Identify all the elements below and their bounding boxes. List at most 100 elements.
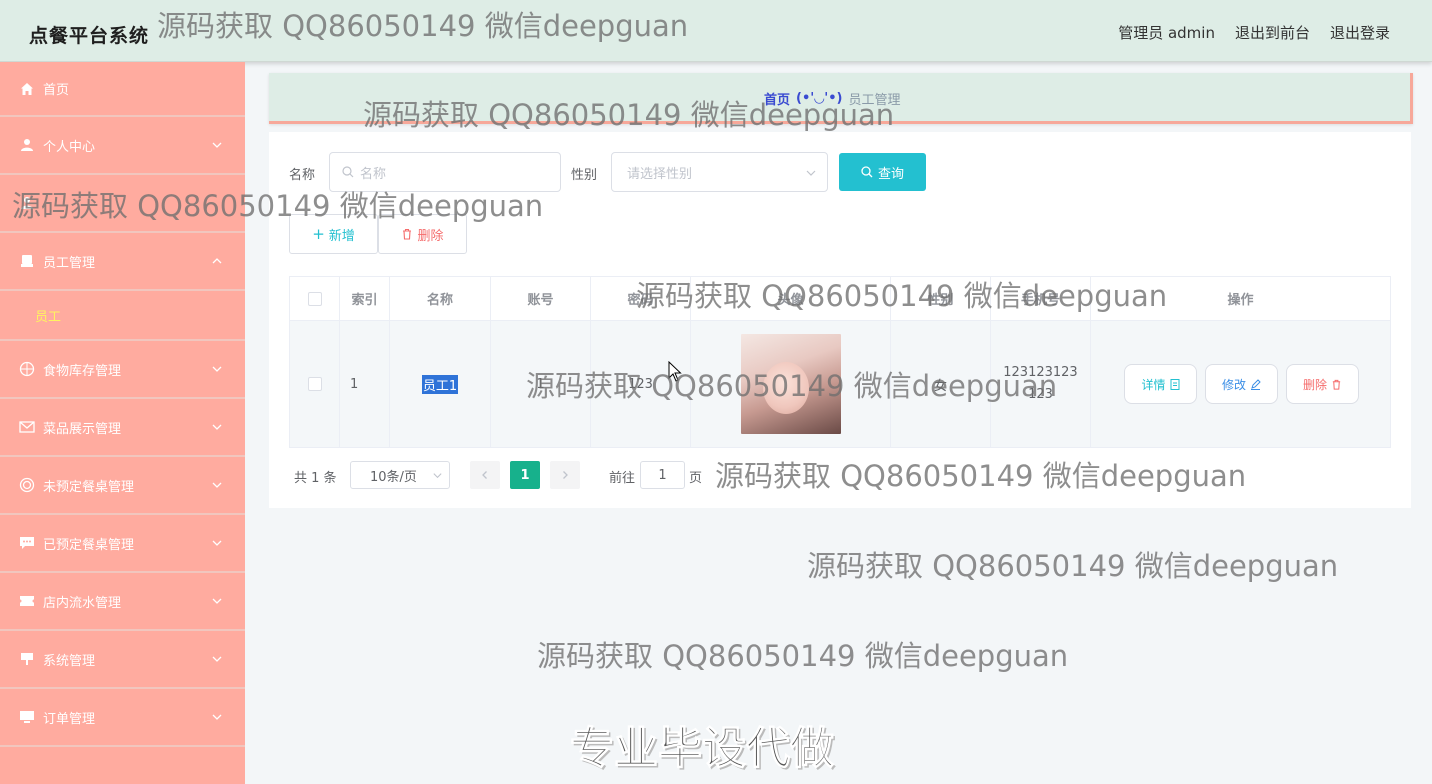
column-header: 操作 [1227, 293, 1254, 308]
password-cell: 123 [591, 321, 691, 447]
chat-icon [19, 535, 35, 551]
search-icon [342, 166, 354, 178]
select-all-cell [290, 277, 340, 320]
app-title: 点餐平台系统 [29, 25, 150, 47]
sidebar-item-label: 菜品展示管理 [43, 421, 122, 437]
target-icon [19, 361, 35, 377]
phone-line: 123 [1028, 387, 1053, 402]
actions-cell: 详情 修改 删除 [1091, 321, 1390, 447]
pagination-total: 共 1 条 [294, 471, 337, 486]
chevron-down-icon [212, 714, 222, 720]
sidebar-item-label: 订单管理 [43, 711, 96, 727]
chevron-left-icon [482, 471, 487, 479]
edit-icon [1251, 378, 1261, 390]
batch-delete-button[interactable]: 删除 [378, 214, 467, 254]
avatar-cell [691, 321, 891, 447]
phone-line: 123123123 [1003, 365, 1078, 380]
sidebar-item-unreserved-tables[interactable]: 未预定餐桌管理 [0, 457, 245, 515]
name-input-placeholder: 名称 [360, 166, 387, 182]
row-delete-button[interactable]: 删除 [1286, 364, 1359, 404]
select-all-checkbox[interactable] [307, 291, 322, 306]
page-number-current[interactable]: 1 [510, 461, 540, 489]
chevron-down-icon [212, 540, 222, 546]
page-unit-label: 页 [689, 471, 703, 486]
main-panel: 名称 名称 性别 请选择性别 查询 + 新增 删除 索引 名称 账号 密码 头像… [269, 132, 1411, 508]
sidebar-item-obscured[interactable] [0, 175, 245, 233]
page-size-select[interactable]: 10条/页 [350, 461, 450, 489]
gender-cell: 女 [891, 321, 991, 447]
sidebar-item-system-management[interactable]: 系统管理 [0, 631, 245, 689]
breadcrumb: 首页 (•'◡'•) 员工管理 [764, 89, 901, 108]
detail-button-label: 详情 [1141, 377, 1166, 392]
sidebar-item-staff-management[interactable]: 员工管理 [0, 233, 245, 291]
mail-icon [19, 419, 35, 435]
staff-table: 索引 名称 账号 密码 头像 性别 手机号 操作 1 员工1 1 123 女 1… [289, 276, 1391, 448]
monitor-icon [19, 709, 35, 725]
index-cell: 1 [340, 321, 390, 447]
sidebar-item-home[interactable]: 首页 [0, 62, 245, 117]
query-button[interactable]: 查询 [839, 153, 926, 191]
detail-button[interactable]: 详情 [1124, 364, 1197, 404]
plus-icon: + [312, 225, 325, 243]
watermark-text: 源码获取 QQ86050149 微信deepguan [537, 639, 1069, 673]
logout-link[interactable]: 退出登录 [1330, 22, 1390, 43]
row-checkbox[interactable] [307, 377, 322, 391]
watermark-text: 源码获取 QQ86050149 微信deepguan [807, 549, 1339, 583]
user-icon [19, 137, 35, 153]
name-search-input[interactable]: 名称 [329, 152, 561, 192]
search-icon [861, 166, 873, 178]
circle-icon [19, 477, 35, 493]
query-button-label: 查询 [877, 166, 904, 182]
sidebar-item-order-management[interactable]: 订单管理 [0, 689, 245, 747]
back-to-front-link[interactable]: 退出到前台 [1235, 22, 1310, 43]
sidebar-item-label: 食物库存管理 [43, 363, 122, 379]
next-page-button[interactable] [550, 461, 580, 489]
sidebar-item-food-inventory[interactable]: 食物库存管理 [0, 341, 245, 399]
sidebar-item-label: 系统管理 [43, 653, 96, 669]
breadcrumb-home[interactable]: 首页 [764, 89, 790, 108]
sidebar-item-store-cashflow[interactable]: 店内流水管理 [0, 573, 245, 631]
breadcrumb-bar: 首页 (•'◡'•) 员工管理 [269, 73, 1413, 124]
chevron-down-icon [212, 598, 222, 604]
breadcrumb-current: 员工管理 [848, 93, 901, 108]
admin-user-label: 管理员 admin [1118, 24, 1215, 42]
column-header: 名称 [390, 277, 491, 320]
column-header: 账号 [491, 277, 591, 320]
sidebar-item-personal-center[interactable]: 个人中心 [0, 117, 245, 175]
gender-select[interactable]: 请选择性别 [611, 152, 828, 192]
row-select-cell [290, 321, 340, 447]
sidebar-item-dish-display[interactable]: 菜品展示管理 [0, 399, 245, 457]
column-header: 性别 [891, 277, 991, 320]
delete-button-label: 删除 [417, 228, 444, 244]
sidebar-item-label: 店内流水管理 [43, 595, 122, 611]
edit-button[interactable]: 修改 [1205, 364, 1278, 404]
add-button-label: 新增 [328, 228, 355, 244]
table-header: 索引 名称 账号 密码 头像 性别 手机号 操作 [290, 277, 1390, 321]
name-filter-label: 名称 [289, 168, 316, 183]
add-button[interactable]: + 新增 [289, 214, 378, 254]
phone-cell: 123123123 123 [991, 321, 1091, 447]
page-size-value: 10条/页 [370, 469, 417, 485]
user-icon [19, 195, 35, 211]
document-icon [1170, 378, 1179, 390]
top-header: 点餐平台系统 管理员 admin 退出到前台 退出登录 [0, 0, 1432, 62]
ticket-icon [19, 593, 35, 609]
chevron-right-icon [563, 471, 568, 479]
sign-icon [19, 651, 35, 667]
chevron-down-icon [212, 424, 222, 430]
column-header: 索引 [340, 277, 390, 320]
gender-select-placeholder: 请选择性别 [627, 166, 693, 182]
chevron-down-icon [806, 170, 816, 176]
prev-page-button[interactable] [470, 461, 500, 489]
home-icon [19, 81, 35, 97]
mouse-cursor-icon [668, 361, 682, 382]
chevron-down-icon [212, 656, 222, 662]
goto-page-input[interactable]: 1 [640, 461, 685, 489]
sidebar-item-reserved-tables[interactable]: 已预定餐桌管理 [0, 515, 245, 573]
header-actions: 管理员 admin 退出到前台 退出登录 [1118, 22, 1390, 43]
breadcrumb-separator: (•'◡'•) [796, 91, 843, 106]
column-header: 手机号 [991, 277, 1091, 320]
column-header: 头像 [691, 277, 891, 320]
sidebar-subitem-staff[interactable]: 员工 [0, 291, 245, 341]
column-header: 密码 [591, 277, 691, 320]
